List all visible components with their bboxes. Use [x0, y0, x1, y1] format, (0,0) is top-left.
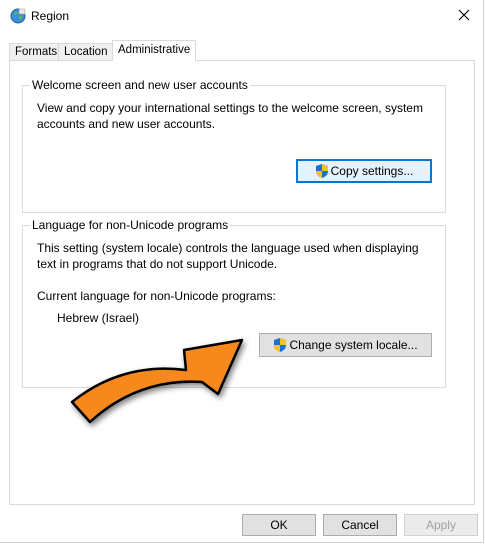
- uac-shield-icon: [274, 338, 287, 352]
- welcome-group: Welcome screen and new user accounts Vie…: [22, 78, 446, 213]
- current-language-label: Current language for non-Unicode program…: [37, 289, 276, 303]
- non-unicode-description: This setting (system locale) controls th…: [37, 241, 419, 271]
- tab-label: Location: [64, 46, 108, 58]
- tab-label: Formats: [15, 46, 58, 58]
- apply-label: Apply: [425, 518, 457, 532]
- apply-button: Apply: [404, 514, 478, 536]
- uac-shield-icon: [315, 164, 328, 178]
- ok-button[interactable]: OK: [242, 514, 316, 536]
- tab-administrative[interactable]: Administrative: [112, 40, 197, 61]
- tab-label: Administrative: [118, 44, 191, 56]
- tab-location[interactable]: Location: [58, 43, 114, 60]
- tab-formats[interactable]: Formats: [9, 43, 64, 60]
- change-system-locale-button[interactable]: Change system locale...: [259, 333, 432, 357]
- orange-pointer-arrow-icon: [70, 338, 244, 424]
- change-system-locale-label: Change system locale...: [289, 338, 418, 352]
- globe-region-icon: [10, 8, 26, 24]
- cancel-button[interactable]: Cancel: [323, 514, 397, 536]
- welcome-group-title: Welcome screen and new user accounts: [30, 78, 250, 92]
- window-title: Region: [31, 9, 70, 23]
- region-dialog: Region Formats Location Administrative W…: [0, 0, 484, 543]
- copy-settings-button[interactable]: Copy settings...: [296, 159, 432, 183]
- ok-label: OK: [270, 518, 288, 532]
- close-icon: [458, 9, 470, 21]
- close-button[interactable]: [447, 0, 483, 32]
- copy-settings-label: Copy settings...: [330, 164, 414, 178]
- cancel-label: Cancel: [341, 518, 379, 532]
- welcome-description: View and copy your international setting…: [37, 101, 423, 131]
- title-bar: Region: [0, 0, 483, 34]
- non-unicode-group-title: Language for non-Unicode programs: [30, 218, 231, 232]
